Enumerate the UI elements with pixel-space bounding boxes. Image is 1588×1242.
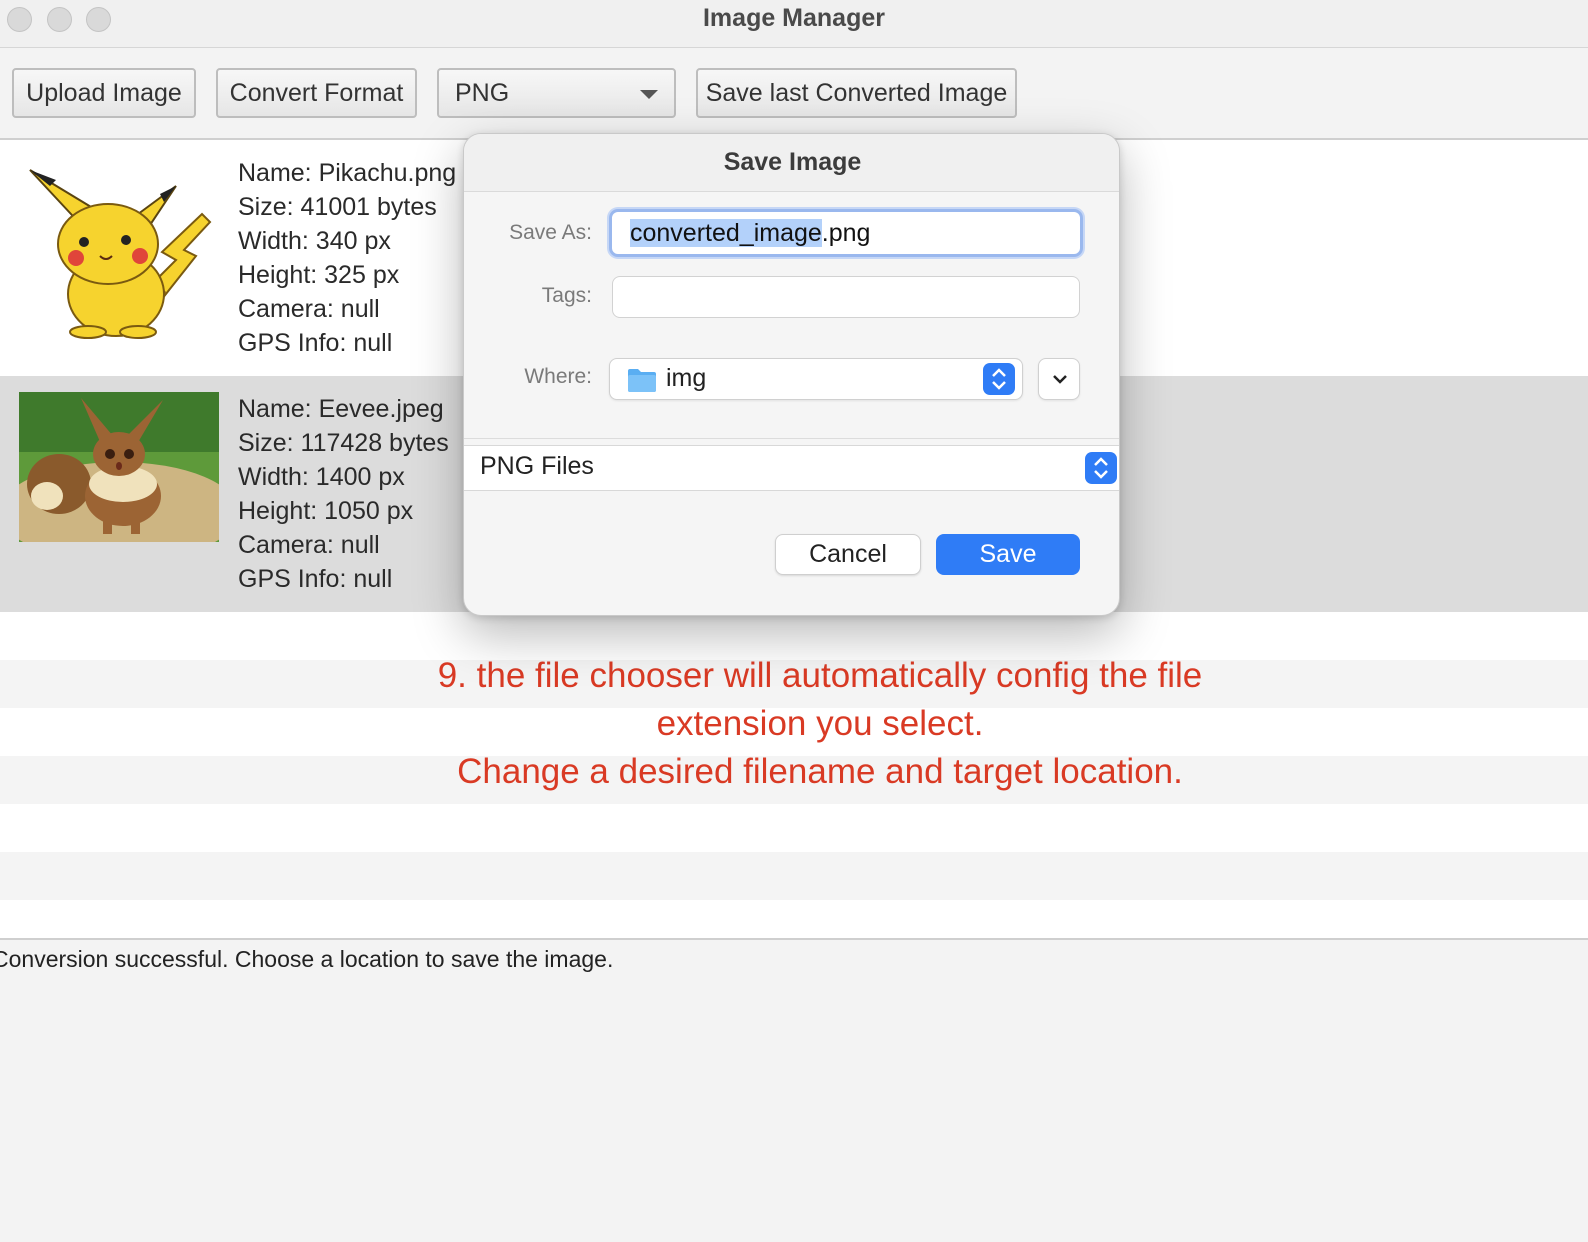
save-converted-image-button[interactable]: Save last Converted Image (696, 68, 1017, 118)
image-metadata: Name: Pikachu.png Size: 41001 bytes Widt… (238, 156, 456, 360)
image-height: Height: 325 px (238, 261, 400, 289)
image-size: Size: 117428 bytes (238, 429, 449, 457)
tutorial-annotation: 9. the file chooser will automatically c… (280, 652, 1360, 796)
where-label: Where: (524, 365, 592, 388)
pikachu-thumbnail (29, 169, 212, 339)
save-button[interactable]: Save (936, 534, 1080, 575)
title-bar: Image Manager (0, 0, 1588, 48)
upload-image-button[interactable]: Upload Image (12, 68, 196, 118)
status-bar: Conversion successful. Choose a location… (0, 938, 1588, 1242)
image-width: Width: 340 px (238, 227, 391, 255)
tags-label: Tags: (541, 284, 592, 307)
save-as-label: Save As: (509, 221, 592, 244)
file-type-value: PNG Files (480, 452, 594, 480)
image-name: Name: Eevee.jpeg (238, 395, 444, 423)
image-camera: Camera: null (238, 295, 380, 323)
annotation-line: 9. the file chooser will automatically c… (437, 656, 1203, 695)
image-height: Height: 1050 px (238, 497, 414, 525)
format-dropdown-value: PNG (455, 79, 510, 107)
empty-row (0, 852, 1588, 900)
image-size: Size: 41001 bytes (238, 193, 437, 221)
image-name: Name: Pikachu.png (238, 159, 457, 187)
cancel-button[interactable]: Cancel (775, 534, 921, 575)
image-camera: Camera: null (238, 531, 380, 559)
annotation-line: Change a desired filename and target loc… (457, 752, 1183, 791)
where-location-select[interactable]: img (609, 358, 1023, 400)
toolbar: Upload Image Convert Format PNG Save las… (0, 48, 1588, 140)
empty-row (0, 900, 1588, 938)
window-title: Image Manager (702, 4, 885, 32)
format-dropdown[interactable]: PNG (437, 68, 676, 118)
convert-format-button[interactable]: Convert Format (216, 68, 417, 118)
image-metadata: Name: Eevee.jpeg Size: 117428 bytes Widt… (238, 392, 449, 596)
image-gps: GPS Info: null (238, 329, 393, 357)
dialog-title: Save Image (464, 134, 1119, 192)
filename-selected-text: converted_image (630, 219, 822, 247)
file-type-select[interactable]: PNG Files (464, 445, 1119, 491)
filename-extension: .png (821, 219, 871, 247)
image-gps: GPS Info: null (238, 565, 393, 593)
chevron-down-icon (1053, 375, 1067, 384)
empty-row (0, 804, 1588, 852)
expand-browser-button[interactable] (1038, 358, 1080, 400)
annotation-line: extension you select. (656, 704, 984, 743)
where-value: img (666, 364, 707, 392)
stepper-icon (1085, 452, 1117, 484)
status-message: Conversion successful. Choose a location… (0, 946, 614, 972)
tags-input[interactable] (612, 276, 1080, 318)
save-image-dialog: Save Image Save As: converted_image.png … (463, 133, 1120, 616)
image-width: Width: 1400 px (238, 463, 405, 491)
folder-icon (628, 369, 656, 392)
divider (464, 438, 1119, 439)
stepper-icon (983, 363, 1015, 395)
eevee-thumbnail (19, 392, 219, 542)
filename-input[interactable]: converted_image.png (609, 209, 1083, 257)
chevron-down-icon (640, 90, 658, 99)
